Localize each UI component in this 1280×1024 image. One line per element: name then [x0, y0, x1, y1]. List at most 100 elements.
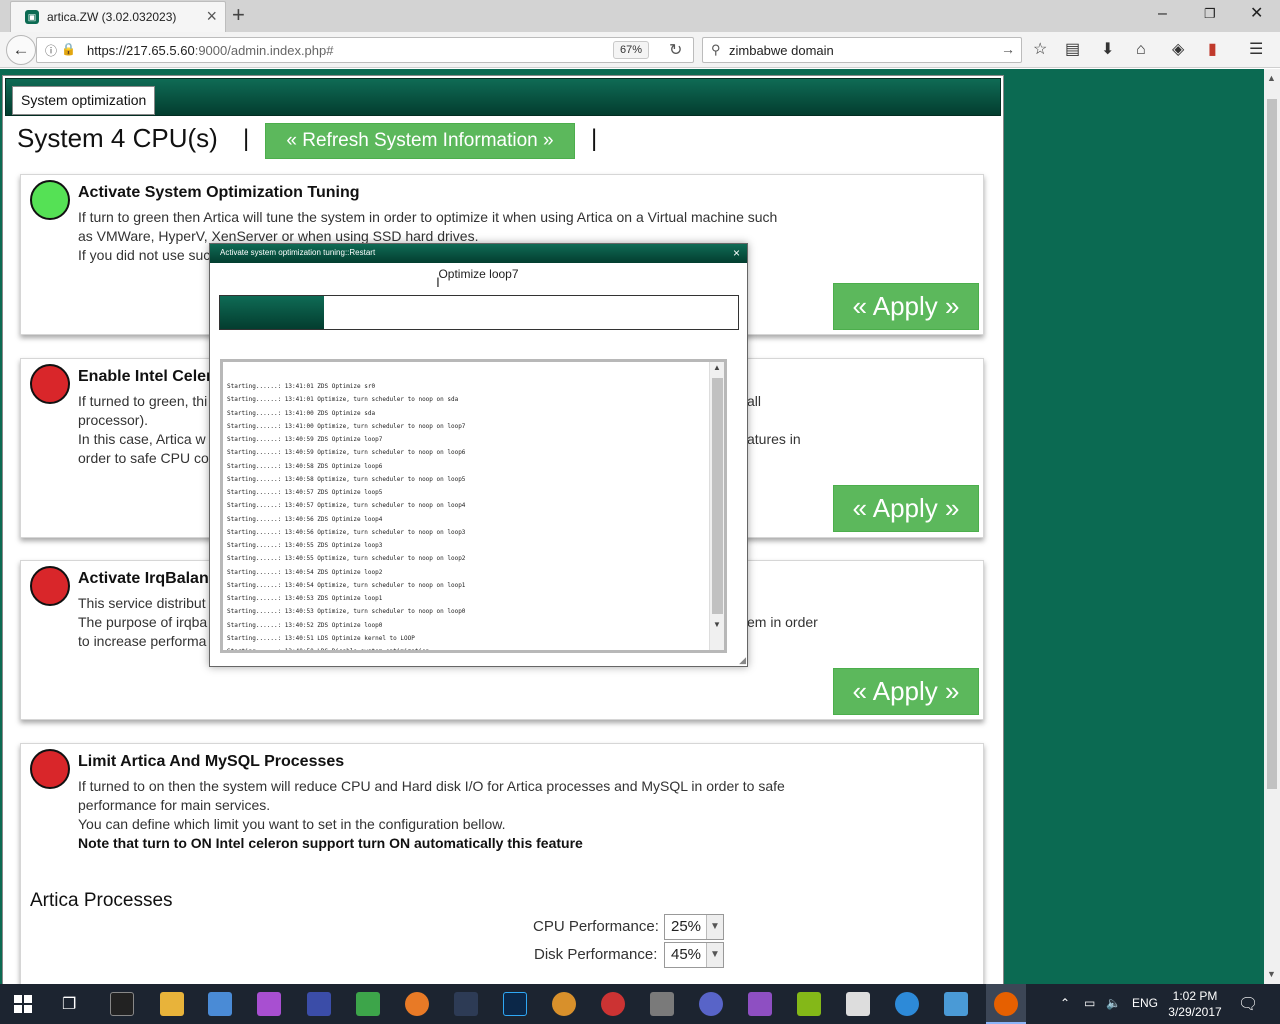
close-icon[interactable]: ×	[733, 246, 740, 260]
apply-button[interactable]: « Apply »	[833, 485, 979, 532]
log-line: Starting......: 13:41:01 ZDS Optimize sr…	[227, 383, 376, 390]
browser-tab[interactable]: ▣ artica.ZW (3.02.032023) ×	[10, 1, 226, 32]
address-bar[interactable]: ⓘ 🔒 https://217.65.5.60:9000/admin.index…	[36, 37, 694, 63]
resize-grip-icon[interactable]: ◢	[739, 656, 746, 665]
game-app-icon[interactable]	[601, 992, 625, 1016]
file-explorer-icon[interactable]	[160, 992, 184, 1016]
visual-studio-app-icon[interactable]	[748, 992, 772, 1016]
notepad-app-icon[interactable]	[356, 992, 380, 1016]
log-line: Starting......: 13:40:54 ZDS Optimize lo…	[227, 568, 383, 576]
bookmark-star-icon[interactable]: ☆	[1033, 40, 1047, 60]
cpu-performance-select[interactable]: 25% ▼	[664, 914, 724, 940]
rstudio-app-icon[interactable]	[454, 992, 478, 1016]
zoom-level-badge[interactable]: 67%	[613, 41, 650, 59]
scroll-up-icon[interactable]: ▲	[713, 363, 721, 372]
apply-button[interactable]: « Apply »	[833, 283, 979, 330]
menu-hamburger-icon[interactable]: ☰	[1249, 40, 1263, 60]
calendar-app-icon[interactable]	[846, 992, 870, 1016]
app-icon[interactable]	[944, 992, 968, 1016]
task-view-icon[interactable]: ❐	[62, 994, 76, 1014]
reload-icon[interactable]: ↻	[669, 40, 682, 60]
status-led-red[interactable]	[30, 364, 70, 404]
back-button[interactable]: ←	[6, 35, 36, 65]
cpu-performance-label: CPU Performance:	[533, 918, 659, 935]
page-scrollbar[interactable]: ▲ ▼	[1264, 69, 1280, 985]
close-tab-icon[interactable]: ×	[206, 7, 217, 25]
log-scrollbar-thumb[interactable]	[712, 378, 723, 614]
log-line: Starting......: 13:40:59 ZDS Optimize lo…	[227, 436, 383, 443]
apply-button[interactable]: « Apply »	[833, 668, 979, 715]
disk-performance-label: Disk Performance:	[534, 946, 658, 963]
scroll-up-icon[interactable]: ▲	[1267, 73, 1276, 83]
log-output[interactable]: Starting......: 13:41:01 ZDS Optimize sr…	[220, 359, 727, 653]
scroll-down-icon[interactable]: ▼	[1267, 969, 1276, 979]
tab-system-optimization[interactable]: System optimization	[12, 86, 156, 115]
close-window-icon[interactable]: ✕	[1250, 3, 1263, 25]
card-text-tail: atures in	[747, 431, 801, 447]
browser-app-icon[interactable]	[895, 992, 919, 1016]
scrollbar-thumb[interactable]	[1267, 99, 1277, 789]
network-app-icon[interactable]	[208, 992, 232, 1016]
infinity-app-icon[interactable]	[699, 992, 723, 1016]
log-line: Starting......: 13:41:00 ZDS Optimize sd…	[227, 409, 376, 417]
windows-taskbar: ❐ ⌃ ▭ 🔈 ENG 1:02 PM 3/29/2017 🗨	[0, 984, 1280, 1024]
paint-app-icon[interactable]	[552, 992, 576, 1016]
dialog-header[interactable]: Activate system optimization tuning::Res…	[210, 244, 747, 263]
card-text-tail: all	[747, 393, 762, 409]
search-input[interactable]: zimbabwe domain	[729, 43, 834, 58]
disk-performance-select[interactable]: 45% ▼	[664, 942, 724, 968]
windows-start-icon[interactable]	[14, 995, 32, 1013]
blender-app-icon[interactable]	[405, 992, 429, 1016]
page-title: System 4 CPU(s)	[17, 123, 218, 153]
vmware-app-icon[interactable]	[797, 992, 821, 1016]
lock-warning-icon[interactable]: 🔒	[61, 42, 76, 56]
minimize-window-icon[interactable]: –	[1158, 3, 1167, 25]
log-line: Starting......: 13:41:00 Optimize, turn …	[227, 422, 466, 430]
title-separator-right: |	[591, 125, 598, 152]
chevron-up-icon[interactable]: ⌃	[1060, 996, 1070, 1010]
tools-app-icon[interactable]	[650, 992, 674, 1016]
network-icon[interactable]: ▭	[1084, 996, 1095, 1010]
title-separator: |	[243, 125, 250, 152]
installer-app-icon[interactable]	[257, 992, 281, 1016]
card-title: Enable Intel Celer	[78, 368, 213, 385]
status-led-green[interactable]	[30, 180, 70, 220]
disk-performance-value: 45%	[671, 946, 702, 963]
card-limit-artica-mysql: Limit Artica And MySQL Processes If turn…	[20, 743, 984, 985]
status-led-red[interactable]	[30, 749, 70, 789]
photoshop-app-icon[interactable]	[503, 992, 527, 1016]
info-icon[interactable]: ⓘ	[45, 42, 57, 59]
system-clock[interactable]: 1:02 PM 3/29/2017	[1160, 988, 1230, 1020]
new-tab-icon[interactable]: +	[232, 3, 245, 27]
save-app-icon[interactable]	[307, 992, 331, 1016]
notification-center-icon[interactable]: 🗨	[1238, 994, 1258, 1014]
artica-processes-heading: Artica Processes	[30, 890, 173, 911]
firefox-app-icon[interactable]	[994, 992, 1018, 1016]
card-description: If turned to on then the system will red…	[78, 777, 838, 853]
terminal-app-icon[interactable]	[110, 992, 134, 1016]
pocket-icon[interactable]: ◈	[1172, 40, 1184, 60]
card-text-line: If turn to green then Artica will tune t…	[78, 209, 778, 225]
restart-progress-dialog: Activate system optimization tuning::Res…	[209, 243, 748, 667]
url-text[interactable]: https://217.65.5.60:9000/admin.index.php…	[87, 43, 333, 58]
reading-list-icon[interactable]: ▤	[1065, 40, 1080, 60]
status-led-red[interactable]	[30, 566, 70, 606]
card-note: Note that turn to ON Intel celeron suppo…	[78, 835, 583, 851]
card-text-line: performance for main services.	[78, 797, 271, 813]
card-title: Limit Artica And MySQL Processes	[78, 753, 345, 770]
restore-window-icon[interactable]: ❐	[1204, 3, 1216, 25]
language-indicator[interactable]: ENG	[1132, 996, 1158, 1010]
search-go-icon[interactable]: →	[1001, 41, 1015, 57]
browser-tab-title: artica.ZW (3.02.032023)	[47, 10, 177, 24]
log-line: Starting......: 13:40:52 ZDS Optimize lo…	[227, 621, 383, 629]
home-icon[interactable]: ⌂	[1136, 40, 1146, 60]
refresh-system-information-button[interactable]: « Refresh System Information »	[265, 123, 575, 159]
log-line: Starting......: 13:40:59 Optimize, turn …	[227, 449, 466, 457]
volume-icon[interactable]: 🔈	[1106, 996, 1121, 1010]
download-icon[interactable]: ⬇	[1101, 40, 1114, 60]
log-line: Starting......: 13:40:55 ZDS Optimize lo…	[227, 542, 383, 549]
log-scrollbar[interactable]: ▲ ▼	[709, 362, 724, 650]
extension-icon[interactable]: ▮	[1208, 40, 1217, 60]
scroll-down-icon[interactable]: ▼	[713, 620, 721, 629]
search-bar[interactable]: ⚲ zimbabwe domain →	[702, 37, 1022, 63]
